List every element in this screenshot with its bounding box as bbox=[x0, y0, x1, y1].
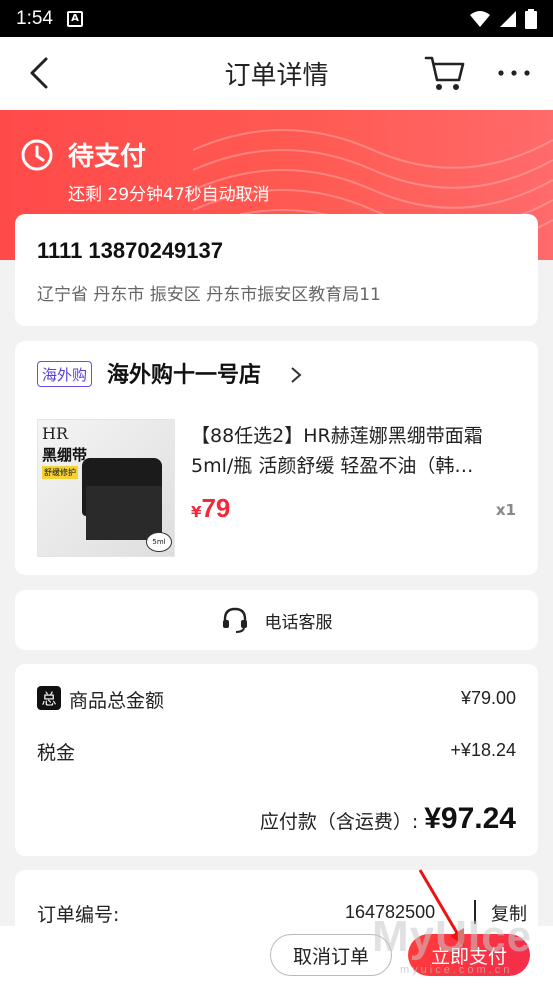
currency-symbol: ¥ bbox=[191, 503, 202, 521]
more-icon[interactable] bbox=[496, 61, 532, 85]
address-card[interactable]: 1111 13870249137 辽宁省 丹东市 振安区 丹东市振安区教育局11 bbox=[15, 214, 538, 326]
wifi-icon bbox=[470, 10, 490, 27]
product-thumbnail[interactable]: HR 黑绷带 舒缓修护 5ml bbox=[37, 419, 175, 557]
page-title: 订单详情 bbox=[224, 60, 329, 90]
order-status-text: 待支付 bbox=[68, 142, 147, 172]
thumb-brand: HR bbox=[42, 424, 68, 443]
chevron-right-icon[interactable] bbox=[289, 365, 303, 385]
status-bar: 1:54 A bbox=[0, 0, 553, 37]
price-value: 79 bbox=[201, 493, 231, 523]
price-summary-card: 总 商品总金额 ¥79.00 税金 +¥18.24 应付款（含运费）: ¥97.… bbox=[15, 664, 538, 856]
product-jar-body bbox=[86, 486, 162, 540]
order-number-label: 订单编号: bbox=[37, 904, 120, 926]
phone-service-button[interactable]: 电话客服 bbox=[15, 590, 538, 650]
watermark-logo: MyUIce bbox=[372, 912, 533, 961]
shop-card: 海外购 海外购十一号店 HR 黑绷带 舒缓修护 5ml 【88任选2】HR赫莲娜… bbox=[15, 341, 538, 575]
address-line: 辽宁省 丹东市 振安区 丹东市振安区教育局11 bbox=[37, 285, 381, 305]
thumb-tag: 舒缓修护 bbox=[42, 466, 78, 479]
goods-total-label: 商品总金额 bbox=[69, 690, 165, 712]
overseas-badge: 海外购 bbox=[37, 361, 93, 387]
payable-value: ¥97.24 bbox=[424, 802, 516, 835]
battery-icon bbox=[525, 8, 537, 29]
sim-icon: A bbox=[66, 10, 83, 27]
recipient-name-phone: 1111 13870249137 bbox=[37, 238, 224, 263]
back-arrow-icon[interactable] bbox=[22, 55, 58, 91]
payable-label: 应付款（含运费）: bbox=[259, 811, 419, 833]
watermark-url: myuice.com.cn bbox=[400, 964, 513, 976]
product-price: ¥79 bbox=[191, 493, 230, 524]
clock-icon bbox=[21, 139, 53, 171]
cart-icon[interactable] bbox=[424, 53, 466, 93]
tax-label: 税金 bbox=[37, 742, 76, 764]
product-title[interactable]: 【88任选2】HR赫莲娜黑绷带面霜5ml/瓶 活颜舒缓 轻盈不油（韩… bbox=[191, 421, 521, 481]
thumb-name: 黑绷带 bbox=[42, 446, 88, 464]
thumb-volume: 5ml bbox=[146, 532, 172, 552]
tax-value: +¥18.24 bbox=[450, 740, 516, 760]
nav-bar: 订单详情 bbox=[0, 37, 553, 110]
status-icons bbox=[469, 8, 537, 29]
headset-icon bbox=[222, 607, 247, 633]
countdown-text: 还剩 29分钟47秒自动取消 bbox=[68, 185, 270, 205]
payable-total: 应付款（含运费）: ¥97.24 bbox=[260, 802, 516, 836]
service-label: 电话客服 bbox=[264, 612, 333, 633]
goods-total-value: ¥79.00 bbox=[460, 688, 516, 708]
shop-name[interactable]: 海外购十一号店 bbox=[107, 357, 261, 389]
status-time: 1:54 bbox=[16, 7, 53, 29]
product-quantity: x1 bbox=[495, 501, 516, 519]
signal-icon bbox=[500, 10, 516, 27]
total-badge-icon: 总 bbox=[37, 686, 61, 710]
